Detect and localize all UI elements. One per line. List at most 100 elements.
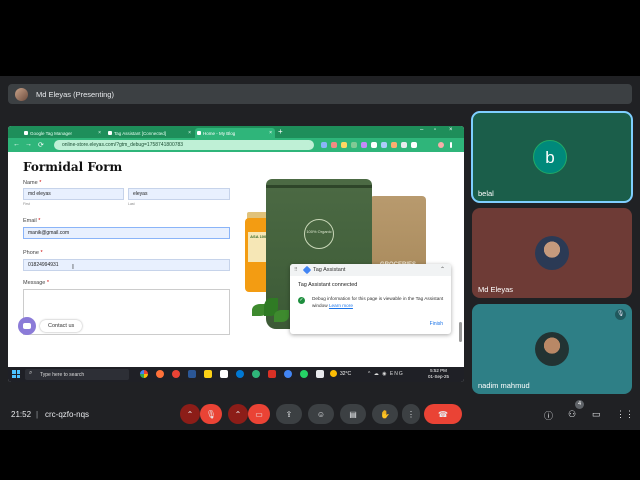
edge-icon[interactable] [236,370,244,378]
email-field[interactable]: manik@gmail.com [23,227,230,239]
camera-options-button[interactable]: ⌃ [228,404,248,424]
app-icon[interactable] [316,370,324,378]
firefox-icon[interactable] [156,370,164,378]
maximize-button[interactable]: ▫ [434,127,436,133]
camera-off-icon[interactable]: ▭ [248,404,270,424]
captions-icon[interactable]: ▤ [340,404,366,424]
globe-icon [197,131,201,135]
debug-description: Debug information for this page is viewa… [312,296,444,308]
close-icon[interactable]: × [188,130,191,136]
extension-icon[interactable] [381,142,387,148]
participant-tile-belal[interactable]: b belal [471,111,633,203]
close-window-button[interactable]: × [449,127,453,133]
page-title: Formidal Form [23,160,123,174]
leave-call-button[interactable]: ☎ [424,404,462,424]
extension-icon[interactable] [411,142,417,148]
app-icon[interactable] [268,370,276,378]
taskbar-search-input[interactable]: ⌕ Type here to search [25,369,129,380]
taskbar-clock[interactable]: 5:52 PM 01-Sep-25 [428,368,449,380]
more-options-icon[interactable]: ⋮ [402,404,420,424]
shared-screen: Google Tag Manager × Tag Assistant [Conn… [8,126,464,382]
activities-icon[interactable]: ⋮⋮ [616,409,634,420]
chrome-profile-icon[interactable] [252,370,260,378]
app-icon[interactable] [188,370,196,378]
tag-manager-icon [24,131,28,135]
extension-icon[interactable] [351,142,357,148]
connection-status: Tag Assistant connected [298,282,358,288]
tab-label: Tag Assistant [Connected] [114,130,167,136]
phone-label: Phone * [23,250,43,256]
extension-icon[interactable] [371,142,377,148]
tab-label: Google Tag Manager [30,130,72,136]
profile-icon[interactable] [438,142,444,148]
learn-more-link[interactable]: Learn more [329,303,353,308]
emoji-icon[interactable]: ☺ [308,404,334,424]
avatar [535,236,569,270]
info-icon[interactable]: ⓘ [544,409,553,422]
extension-icon[interactable] [401,142,407,148]
last-name-field[interactable]: eleyas [128,188,230,200]
tab-label: Home - My Blog [203,130,236,136]
menu-icon[interactable] [450,142,452,148]
tag-assistant-panel: ⠿ Tag Assistant ⌃ Tag Assistant connecte… [290,264,451,334]
finish-button[interactable]: Finish [430,321,443,327]
reload-icon[interactable]: ⟳ [38,141,44,149]
tag-assistant-title: Tag Assistant [313,267,346,273]
notes-icon[interactable] [220,370,228,378]
extension-icon[interactable] [341,142,347,148]
collapse-icon[interactable]: ⌃ [440,266,445,273]
file-explorer-icon[interactable] [204,370,212,378]
extension-icon[interactable] [331,142,337,148]
chrome-icon[interactable] [284,370,292,378]
check-icon: ✓ [298,297,305,304]
tag-assistant-logo-icon [302,265,312,275]
new-tab-button[interactable]: + [278,127,283,136]
tab-home-my-blog[interactable]: Home - My Blog × [195,128,275,138]
mic-options-button[interactable]: ⌃ [180,404,200,424]
raise-hand-icon[interactable]: ✋ [372,404,398,424]
system-tray[interactable]: ^ ☁ ◉ ENG [368,371,404,377]
people-icon[interactable]: ⚇ [568,409,576,420]
name-label: Name * [23,180,42,186]
extension-icon[interactable] [321,142,327,148]
weather-icon [330,370,337,377]
participant-name: nadim mahmud [478,381,530,390]
drag-handle-icon[interactable]: ⠿ [294,267,298,273]
participant-count-badge: 4 [575,400,584,409]
presenter-avatar [15,87,28,101]
tab-google-tag-manager[interactable]: Google Tag Manager × [22,128,104,138]
first-name-field[interactable]: md eleyas [23,188,124,200]
close-icon[interactable]: × [269,130,272,136]
separator: | [36,410,39,419]
contact-us-widget[interactable]: Contact us [18,317,83,335]
browser-tabbar: Google Tag Manager × Tag Assistant [Conn… [8,126,464,138]
minimize-button[interactable]: – [420,127,423,133]
contact-us-button[interactable]: Contact us [40,320,83,332]
whatsapp-icon[interactable] [300,370,308,378]
forward-icon[interactable]: → [25,141,32,148]
present-screen-icon[interactable]: ⇪ [276,404,302,424]
address-bar[interactable]: online-store.eleyas.com/?gtm_debug=17587… [54,140,314,150]
participant-name: Md Eleyas [478,285,514,294]
chrome-icon[interactable] [172,370,180,378]
phone-field[interactable]: 01824994931 [23,259,230,271]
extension-icon[interactable] [391,142,397,148]
tag-assistant-header[interactable]: ⠿ Tag Assistant ⌃ [290,264,451,276]
avatar: b [533,140,567,174]
chat-icon[interactable]: ▭ [592,409,601,420]
meet-stage: Md Eleyas (Presenting) Google Tag Manage… [0,76,640,430]
scrollbar[interactable] [459,322,462,342]
tab-tag-assistant[interactable]: Tag Assistant [Connected] × [106,128,194,138]
back-icon[interactable]: ← [13,141,20,148]
chat-icon[interactable] [18,317,36,335]
mic-off-icon[interactable]: 🎙 [200,404,222,424]
participant-tile-nadim-mahmud[interactable]: 🎙 nadim mahmud [472,304,632,394]
photos-app-icon[interactable] [140,370,148,378]
windows-taskbar: ⌕ Type here to search 32°C ^ ☁ ◉ ENG 5:5… [8,367,464,382]
close-icon[interactable]: × [98,130,101,136]
extension-icon[interactable] [361,142,367,148]
participant-tile-md-eleyas[interactable]: Md Eleyas [472,208,632,298]
participant-name: belal [478,189,494,198]
windows-start-icon[interactable] [12,370,20,378]
browser-toolbar: ← → ⟳ online-store.eleyas.com/?gtm_debug… [8,138,464,152]
